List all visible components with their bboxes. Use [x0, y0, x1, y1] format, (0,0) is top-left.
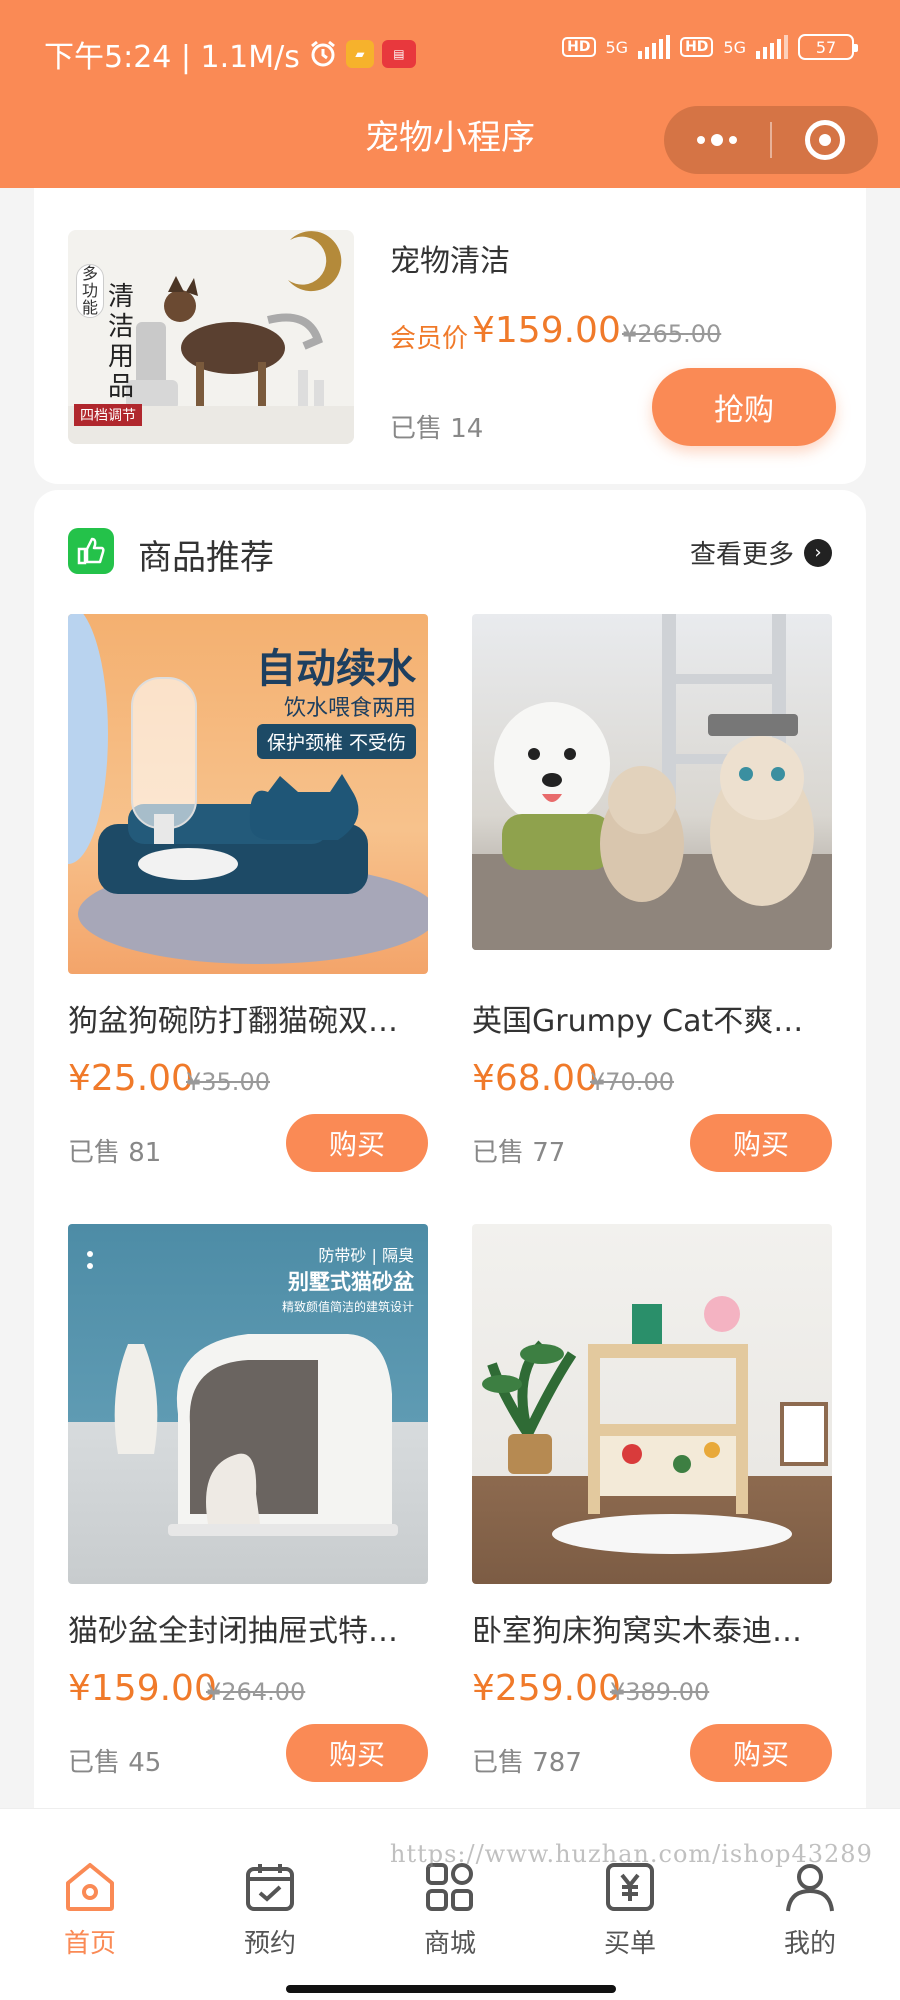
product-image[interactable]: 自动续水 饮水喂食两用 保护颈椎 不受伤: [68, 614, 428, 974]
net-gen-label: 5G: [605, 37, 629, 57]
tab-label: 首页: [63, 1929, 116, 1959]
featured-product-card[interactable]: 多功能 清洁用品 四档调节 宠物清洁 会员价 ¥159.00 ¥265.00 已…: [34, 160, 866, 484]
wooden-dog-bed-illustration: [482, 1296, 828, 1554]
auto-water-headline: 自动续水: [256, 646, 416, 692]
signal-icon: [756, 35, 788, 59]
thumbs-up-icon: [68, 528, 114, 574]
more-dots-icon: [697, 134, 737, 146]
grab-button[interactable]: 抢购: [652, 368, 836, 446]
bottom-tab-bar: 首页 预约 商城 买单 我的: [0, 1808, 900, 2000]
protect-neck-banner: 保护颈椎 不受伤: [256, 724, 416, 759]
tab-profile[interactable]: 我的: [750, 1861, 870, 1960]
gallery-notification-icon: ▰: [345, 40, 374, 68]
original-price: ¥264.00: [206, 1678, 306, 1706]
sold-count: 已售 77: [472, 1138, 566, 1168]
target-icon: [805, 120, 845, 160]
product-price: ¥159.00: [68, 1668, 217, 1709]
tab-home[interactable]: 首页: [30, 1861, 150, 1960]
news-notification-icon: ▤: [381, 40, 416, 68]
sold-count: 已售 14: [390, 414, 484, 444]
buy-button[interactable]: 购买: [286, 1114, 428, 1172]
watermark-text: https://www.huzhan.com/ishop43289: [390, 1840, 873, 1868]
product-image[interactable]: 防带砂 | 隔臭 别墅式猫砂盆 精致颜值简洁的建筑设计: [68, 1224, 428, 1584]
close-miniprogram-button[interactable]: [772, 106, 878, 174]
sold-count: 已售 81: [68, 1138, 162, 1168]
product-title: 狗盆狗碗防打翻猫碗双…: [68, 1004, 398, 1039]
more-menu-button[interactable]: [664, 106, 770, 174]
original-price: ¥389.00: [610, 1678, 710, 1706]
product-card[interactable]: 自动续水 饮水喂食两用 保护颈椎 不受伤 狗盆狗碗防打翻猫碗双… ¥25.00 …: [68, 614, 428, 1172]
design-subline: 精致颜值简洁的建筑设计: [281, 1300, 414, 1314]
four-level-tag: 四档调节: [74, 404, 142, 426]
home-indicator[interactable]: [286, 1985, 616, 1993]
bill-icon: [606, 1863, 654, 1911]
tab-mall[interactable]: 商城: [390, 1861, 510, 1960]
original-price: ¥70.00: [590, 1068, 674, 1096]
calendar-icon: [246, 1864, 294, 1911]
user-icon: [786, 1864, 834, 1912]
dog-with-plush-cats-illustration: [472, 614, 832, 950]
product-card[interactable]: 防带砂 | 隔臭 别墅式猫砂盆 精致颜值简洁的建筑设计 猫砂盆全封闭抽屉式特… …: [68, 1224, 428, 1782]
status-time-speed: 下午5:24 | 1.1M/s: [44, 40, 300, 75]
tab-booking[interactable]: 预约: [210, 1861, 330, 1960]
product-image[interactable]: [472, 614, 832, 950]
view-more-link[interactable]: 查看更多 ›: [690, 534, 832, 571]
home-icon: [66, 1863, 114, 1911]
sold-count: 已售 787: [472, 1748, 582, 1778]
cleaning-supplies-text: 清洁用品: [108, 282, 135, 402]
buy-button[interactable]: 购买: [286, 1724, 428, 1782]
dual-use-subline: 饮水喂食两用: [283, 696, 416, 721]
hd-badge: HD: [680, 37, 714, 57]
member-price-label: 会员价: [390, 324, 469, 354]
multi-function-badge: 多功能: [76, 264, 104, 318]
product-price: ¥25.00: [68, 1058, 194, 1099]
section-title: 商品推荐: [138, 538, 274, 578]
recommend-section: 商品推荐 查看更多 › 自动续水 饮水喂食两用 保护颈椎 不受伤 狗盆狗碗防打翻…: [34, 490, 866, 1970]
product-card[interactable]: 英国Grumpy Cat不爽… ¥68.00 ¥70.00 已售 77 购买: [472, 614, 832, 1172]
app-header: 下午5:24 | 1.1M/s ▰ ▤ HD 5G HD 5G 57 宠物小程序: [0, 0, 900, 188]
hd-badge: HD: [562, 37, 596, 57]
product-price: ¥68.00: [472, 1058, 598, 1099]
chevron-right-icon: ›: [804, 538, 832, 567]
original-price: ¥35.00: [186, 1068, 270, 1096]
tab-label: 预约: [243, 1929, 296, 1959]
sold-count: 已售 45: [68, 1748, 162, 1778]
product-price: ¥259.00: [472, 1668, 621, 1709]
tab-checkout[interactable]: 买单: [570, 1861, 690, 1960]
product-card[interactable]: 卧室狗床狗窝实木泰迪… ¥259.00 ¥389.00 已售 787 购买: [472, 1224, 832, 1782]
product-name: 宠物清洁: [390, 244, 510, 279]
alarm-icon: [310, 40, 335, 67]
product-title: 猫砂盆全封闭抽屉式特…: [68, 1614, 398, 1649]
battery-icon: 57: [798, 34, 858, 60]
buy-button[interactable]: 购买: [690, 1114, 832, 1172]
tab-label: 买单: [603, 1929, 656, 1959]
original-price: ¥265.00: [622, 320, 722, 348]
status-bar: 下午5:24 | 1.1M/s ▰ ▤ HD 5G HD 5G 57: [0, 28, 900, 78]
villa-litter-headline: 别墅式猫砂盆: [288, 1270, 414, 1294]
member-price: ¥159.00: [472, 310, 621, 351]
grid-icon: [426, 1863, 473, 1911]
view-more-label: 查看更多: [689, 540, 794, 570]
miniprogram-capsule: [664, 106, 878, 174]
net-gen-label: 5G: [723, 37, 746, 57]
tab-label: 商城: [423, 1929, 476, 1959]
product-image[interactable]: 多功能 清洁用品 四档调节: [68, 230, 354, 444]
odor-tagline: 防带砂 | 隔臭: [318, 1246, 414, 1265]
product-title: 英国Grumpy Cat不爽…: [472, 1004, 804, 1039]
tab-label: 我的: [783, 1929, 836, 1959]
product-title: 卧室狗床狗窝实木泰迪…: [472, 1614, 802, 1649]
signal-icon: [638, 35, 671, 59]
buy-button[interactable]: 购买: [690, 1724, 832, 1782]
product-image[interactable]: [472, 1224, 832, 1584]
